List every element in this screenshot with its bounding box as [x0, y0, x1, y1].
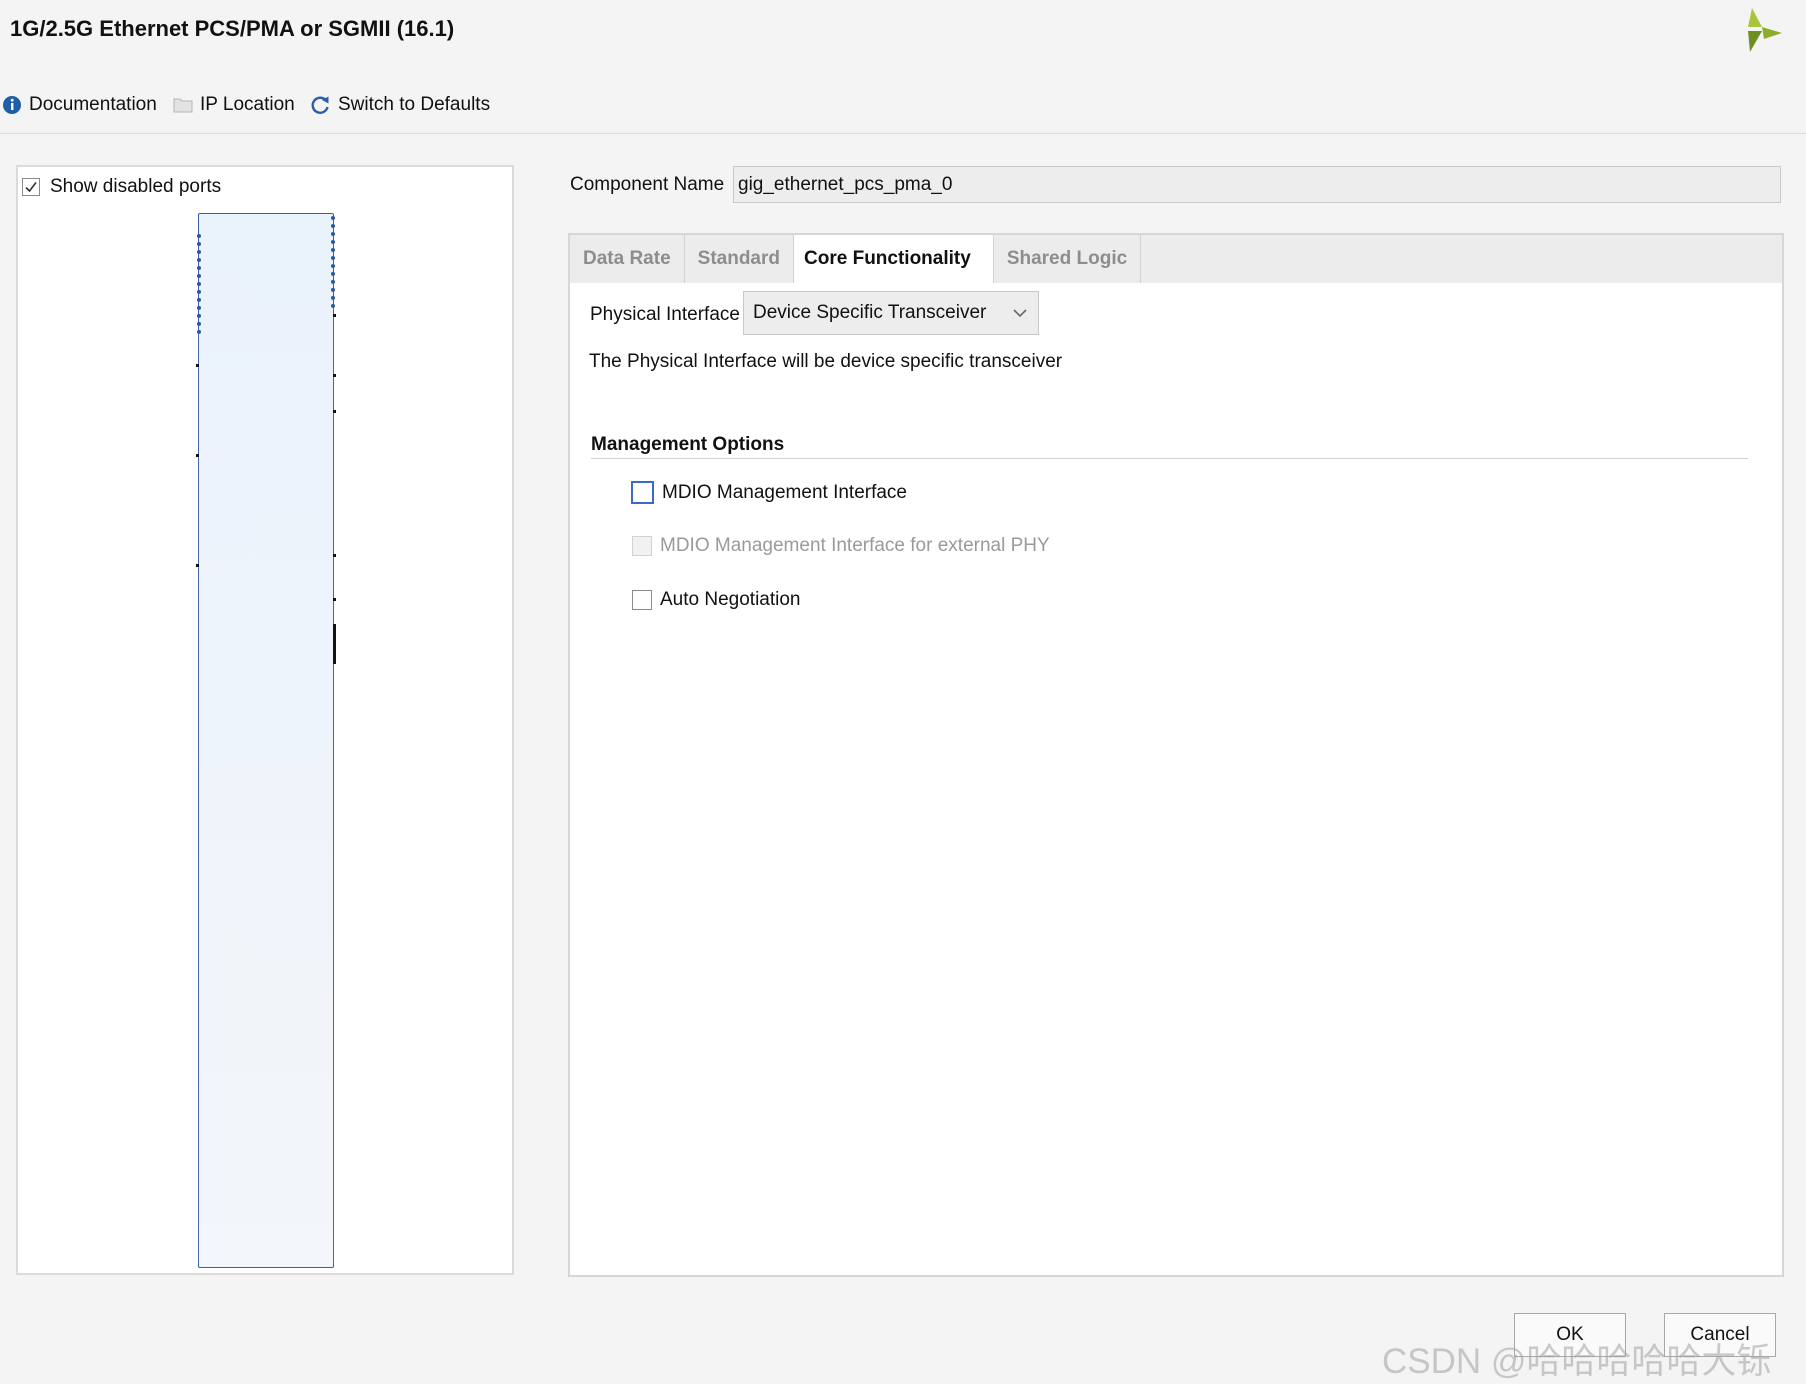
watermark-text: CSDN @哈哈哈哈哈大铄: [1382, 1342, 1772, 1381]
output-pins-cluster: [331, 216, 335, 308]
pin-marker: [196, 454, 199, 457]
info-icon: [2, 95, 22, 115]
section-divider: [591, 458, 1748, 459]
switch-defaults-button[interactable]: Switch to Defaults: [309, 94, 490, 116]
physical-interface-label: Physical Interface: [590, 304, 740, 325]
refresh-icon: [309, 94, 331, 116]
pin-marker: [196, 364, 199, 367]
physical-interface-value: Device Specific Transceiver: [753, 302, 987, 323]
pin-marker: [333, 374, 336, 377]
ip-symbol-block: [196, 213, 336, 1268]
mdio-external-phy-checkbox: MDIO Management Interface for external P…: [632, 535, 1050, 557]
chevron-down-icon: [1012, 302, 1028, 324]
ip-location-button[interactable]: IP Location: [173, 94, 295, 116]
mdio-management-label: MDIO Management Interface: [662, 481, 907, 503]
checkbox-unchecked-icon[interactable]: [631, 481, 654, 504]
checkbox-disabled-icon: [632, 536, 652, 556]
input-pins-column: [198, 334, 199, 1264]
tab-core-functionality[interactable]: Core Functionality: [794, 235, 994, 283]
show-disabled-ports-checkbox[interactable]: Show disabled ports: [22, 176, 221, 198]
pin-marker: [333, 554, 336, 557]
documentation-button[interactable]: Documentation: [2, 94, 157, 116]
tab-strip: Data Rate Standard Core Functionality Sh…: [570, 235, 1782, 283]
ip-location-label: IP Location: [200, 94, 295, 115]
pin-marker: [333, 410, 336, 413]
component-name-label: Component Name: [570, 174, 725, 195]
tab-data-rate[interactable]: Data Rate: [570, 235, 685, 283]
component-name-input[interactable]: [733, 166, 1781, 203]
pin-marker: [196, 564, 199, 567]
input-pins-cluster: [197, 234, 201, 334]
management-options-heading: Management Options: [591, 434, 785, 455]
toolbar-divider: [0, 133, 1806, 134]
output-pins-column: [333, 308, 334, 1264]
physical-interface-select[interactable]: Device Specific Transceiver: [743, 291, 1039, 335]
tab-standard[interactable]: Standard: [685, 235, 795, 283]
show-disabled-ports-label: Show disabled ports: [50, 176, 222, 197]
vendor-logo: [1748, 8, 1782, 52]
tab-shared-logic[interactable]: Shared Logic: [994, 235, 1142, 283]
auto-negotiation-checkbox[interactable]: Auto Negotiation: [632, 589, 801, 611]
mdio-external-phy-label: MDIO Management Interface for external P…: [660, 535, 1050, 556]
pin-marker: [333, 624, 336, 664]
auto-negotiation-label: Auto Negotiation: [660, 589, 801, 610]
checkbox-checked-icon[interactable]: [22, 178, 40, 196]
switch-defaults-label: Switch to Defaults: [338, 94, 491, 115]
documentation-label: Documentation: [29, 94, 157, 115]
pin-marker: [333, 598, 336, 601]
checkbox-unchecked-icon[interactable]: [632, 590, 652, 610]
pin-marker: [333, 314, 336, 317]
mdio-management-checkbox[interactable]: MDIO Management Interface: [631, 481, 907, 504]
folder-icon: [173, 96, 193, 114]
window-title: 1G/2.5G Ethernet PCS/PMA or SGMII (16.1): [10, 16, 455, 41]
physical-interface-description: The Physical Interface will be device sp…: [589, 351, 1063, 372]
configuration-tabs-panel: Data Rate Standard Core Functionality Sh…: [568, 233, 1784, 1277]
